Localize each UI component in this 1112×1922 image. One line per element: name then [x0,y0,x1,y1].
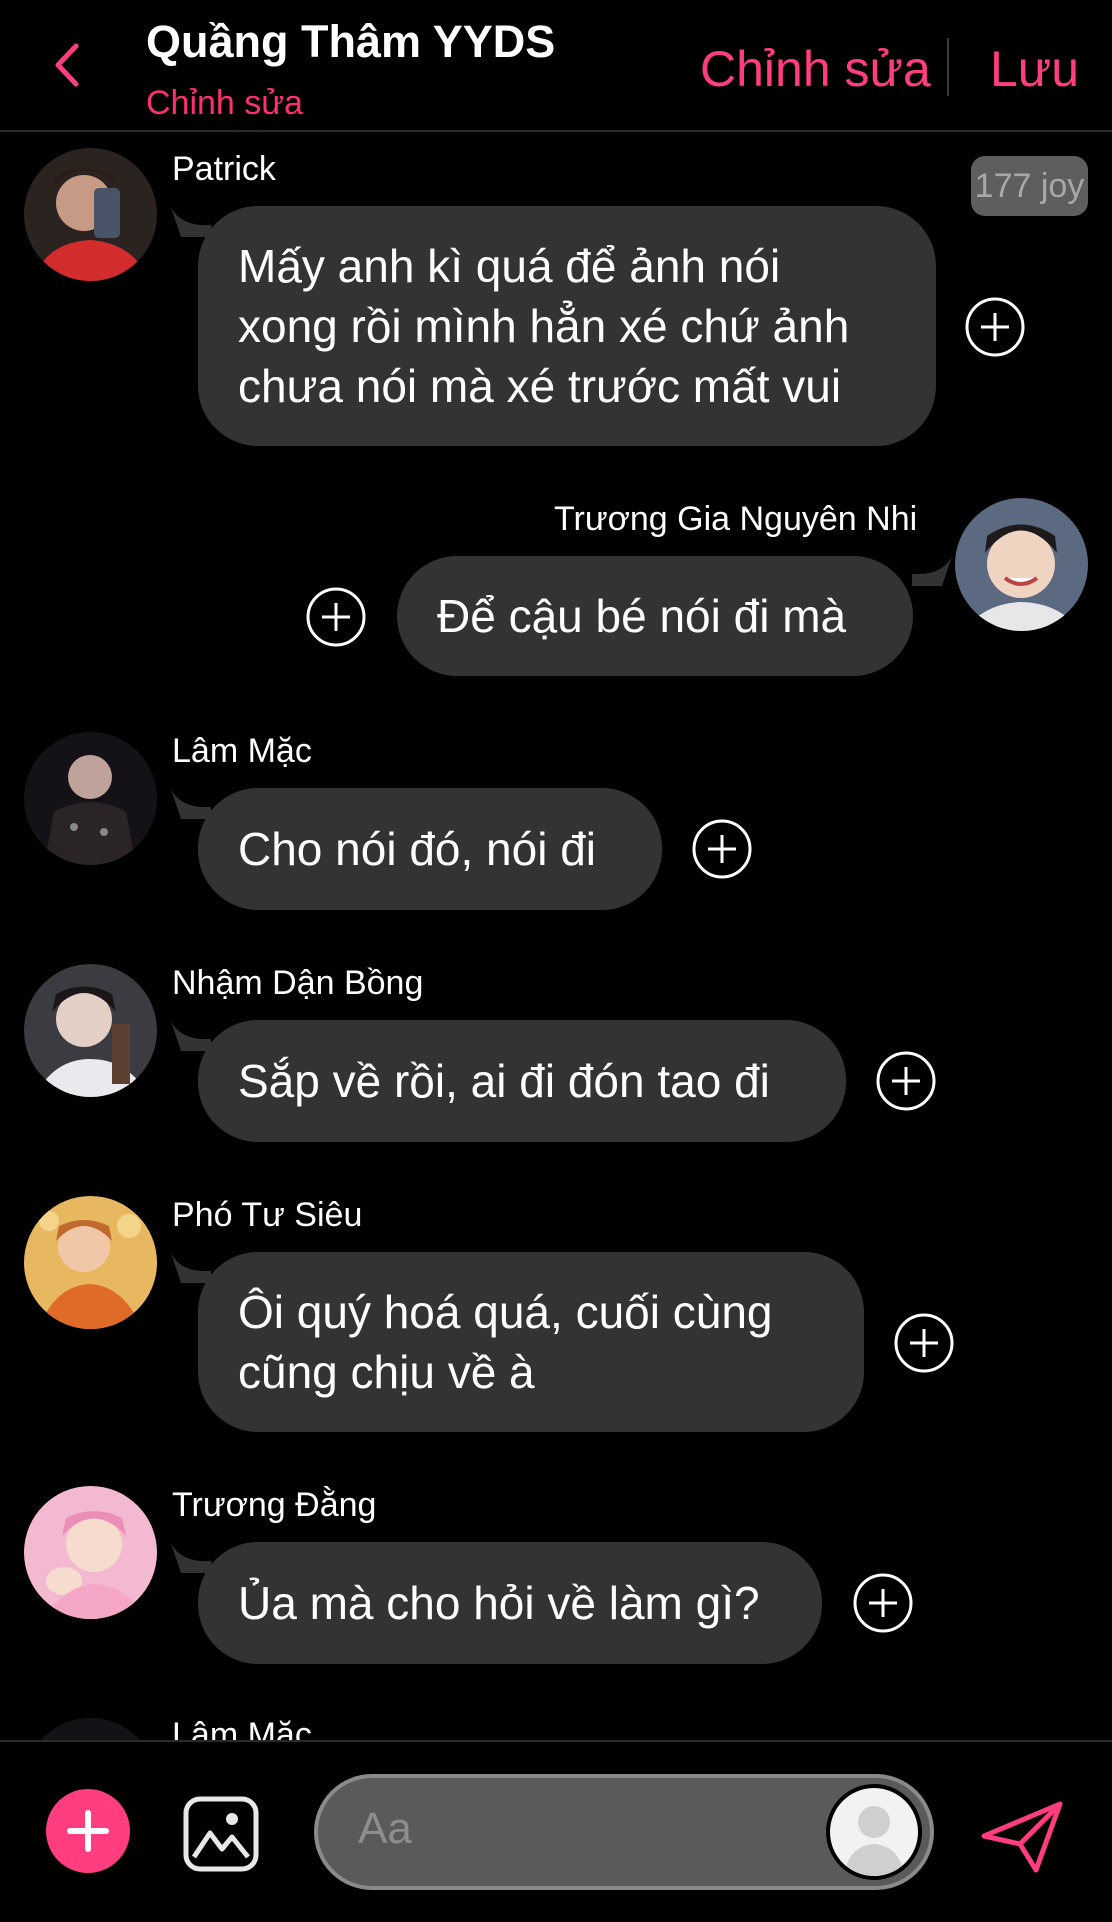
back-chevron-icon[interactable] [44,40,94,90]
save-button[interactable]: Lưu [990,40,1079,98]
chat-subtitle[interactable]: Chỉnh sửa [146,84,303,123]
message-line: Ủa mà cho hỏi về làm gì? [238,1577,760,1629]
add-button[interactable] [46,1789,130,1873]
image-icon[interactable] [182,1795,260,1873]
message-bubble[interactable]: Ủa mà cho hỏi về làm gì? [198,1542,822,1664]
avatar[interactable] [24,1486,157,1619]
add-reaction-icon[interactable] [852,1572,914,1634]
sender-name: Trương Đằng [172,1486,377,1524]
avatar[interactable] [24,732,157,865]
sender-avatar-button[interactable] [826,1784,922,1880]
message-line: xong rồi mình hẳn xé chứ ảnh [238,300,850,352]
message-line: cũng chịu về à [238,1346,535,1398]
message-input-placeholder: Aa [358,1804,412,1853]
add-reaction-icon[interactable] [691,818,753,880]
message-bubble[interactable]: Để cậu bé nói đi mà [397,556,913,676]
avatar[interactable] [24,148,157,281]
avatar[interactable] [955,498,1088,631]
chat-header: Quầng Thâm YYDS Chỉnh sửa Chỉnh sửa Lưu [0,0,1112,132]
add-reaction-icon[interactable] [893,1312,955,1374]
message-bubble[interactable]: Mấy anh kì quá để ảnh nói xong rồi mình … [198,206,936,446]
send-icon[interactable] [980,1800,1064,1874]
sender-name: Lâm Mặc [172,732,312,770]
bubble-tail [171,1543,211,1573]
header-divider [947,38,949,96]
message-bubble[interactable]: Cho nói đó, nói đi [198,788,662,910]
avatar[interactable] [24,964,157,1097]
message-input[interactable]: Aa [314,1774,934,1890]
add-reaction-icon[interactable] [875,1050,937,1112]
joy-badge: 177 joy [971,156,1088,216]
message-bubble[interactable]: Ôi quý hoá quá, cuối cùng cũng chịu về à [198,1252,864,1432]
bubble-tail [171,789,211,819]
message-bubble[interactable]: Sắp về rồi, ai đi đón tao đi [198,1020,846,1142]
sender-name: Phó Tư Siêu [172,1196,363,1234]
message-line: Ôi quý hoá quá, cuối cùng [238,1286,773,1338]
bubble-tail [171,1253,211,1283]
chat-title: Quầng Thâm YYDS [146,16,556,67]
edit-button[interactable]: Chỉnh sửa [700,40,931,98]
bubble-tail [171,207,211,237]
sender-name: Trương Gia Nguyên Nhi [554,500,918,538]
message-line: chưa nói mà xé trước mất vui [238,360,842,412]
person-icon [844,1806,904,1876]
message-line: Để cậu bé nói đi mà [437,590,847,642]
bubble-tail [912,556,952,586]
message-line: Sắp về rồi, ai đi đón tao đi [238,1055,770,1107]
sender-name: Nhậm Dận Bồng [172,964,424,1002]
sender-name: Patrick [172,150,276,188]
message-line: Mấy anh kì quá để ảnh nói [238,240,781,292]
bubble-tail [171,1021,211,1051]
message-line: Cho nói đó, nói đi [238,823,597,875]
avatar[interactable] [24,1196,157,1329]
composer-bar: Aa [0,1740,1112,1922]
add-reaction-icon[interactable] [305,586,367,648]
add-reaction-icon[interactable] [964,296,1026,358]
plus-icon [67,1810,109,1852]
